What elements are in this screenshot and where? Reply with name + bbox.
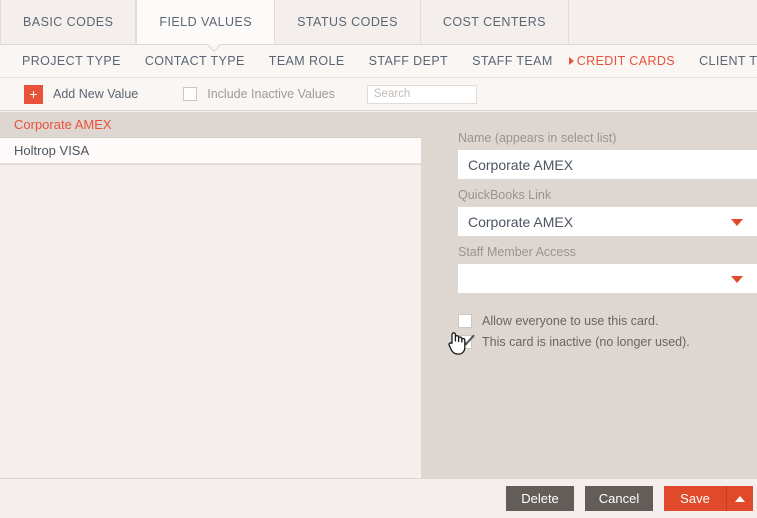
sub-tab-credit-cards[interactable]: CREDIT CARDS [568, 54, 676, 68]
tab-status-codes[interactable]: STATUS CODES [275, 0, 421, 44]
name-field-value: Corporate AMEX [468, 156, 574, 173]
allow-everyone-checkbox[interactable]: Allow everyone to use this card. [458, 311, 757, 330]
list-item[interactable]: Holtrop VISA [0, 138, 421, 164]
tab-label: FIELD VALUES [159, 15, 253, 29]
save-split-button: Save [664, 486, 753, 511]
plus-icon: + [24, 84, 43, 104]
tab-label: STATUS CODES [297, 15, 398, 29]
sub-tab-label: TEAM ROLE [268, 54, 345, 68]
card-options-group: Allow everyone to use this card. This ca… [422, 311, 757, 351]
footer-action-bar: Delete Cancel Save [0, 478, 757, 518]
save-button[interactable]: Save [664, 486, 726, 511]
list-item[interactable]: Corporate AMEX [0, 112, 421, 138]
tab-bar-filler [569, 0, 757, 44]
save-button-label: Save [680, 491, 710, 506]
sub-tab-label: CLIENT TYPE [699, 54, 757, 68]
include-inactive-checkbox[interactable]: Include Inactive Values [183, 87, 335, 101]
card-inactive-label: This card is inactive (no longer used). [482, 334, 690, 349]
value-list: Corporate AMEX Holtrop VISA [0, 112, 421, 165]
tab-cost-centers[interactable]: COST CENTERS [421, 0, 569, 44]
sub-tab-staff-dept[interactable]: STAFF DEPT [369, 54, 448, 68]
value-list-panel: Corporate AMEX Holtrop VISA [0, 112, 422, 478]
card-inactive-checkbox[interactable]: This card is inactive (no longer used). [458, 329, 757, 351]
delete-button-label: Delete [521, 491, 559, 506]
sub-tab-team-role[interactable]: TEAM ROLE [269, 54, 345, 68]
sub-tab-client-type[interactable]: CLIENT TYPE [699, 54, 757, 68]
sub-tab-staff-team[interactable]: STAFF TEAM [472, 54, 553, 68]
staff-member-access-dropdown[interactable] [458, 264, 757, 293]
quickbooks-link-value: Corporate AMEX [468, 213, 574, 230]
tab-basic-codes[interactable]: BASIC CODES [0, 0, 137, 44]
sub-tab-label: PROJECT TYPE [22, 54, 121, 68]
name-field-label: Name (appears in select list) [458, 131, 617, 145]
content-area: Corporate AMEX Holtrop VISA Name (appear… [0, 112, 757, 478]
staff-member-access-label: Staff Member Access [458, 245, 576, 259]
sub-tab-label: CREDIT CARDS [576, 54, 676, 68]
name-field[interactable]: Corporate AMEX [458, 150, 757, 179]
save-options-button[interactable] [726, 486, 753, 511]
caret-up-icon [735, 495, 745, 502]
sub-tab-label: STAFF TEAM [472, 54, 553, 68]
sub-tab-contact-type[interactable]: CONTACT TYPE [145, 54, 245, 68]
search-input[interactable] [366, 84, 477, 104]
tab-field-values[interactable]: FIELD VALUES [136, 0, 276, 44]
quickbooks-link-dropdown[interactable]: Corporate AMEX [458, 207, 757, 236]
main-tab-bar: BASIC CODES FIELD VALUES STATUS CODES CO… [0, 0, 757, 45]
add-new-value-label: Add New Value [53, 87, 139, 101]
sub-tab-label: STAFF DEPT [368, 54, 449, 68]
chevron-down-icon [731, 275, 743, 283]
detail-form-panel: Name (appears in select list) Corporate … [422, 112, 757, 478]
tab-label: COST CENTERS [442, 15, 546, 29]
tab-label: BASIC CODES [23, 15, 114, 29]
checkbox-box [183, 87, 198, 101]
allow-everyone-label: Allow everyone to use this card. [482, 313, 659, 328]
include-inactive-label: Include Inactive Values [207, 87, 335, 101]
active-tab-notch-icon [205, 44, 223, 53]
sub-nav-bar: PROJECT TYPE CONTACT TYPE TEAM ROLE STAF… [0, 45, 757, 78]
add-new-value-button[interactable]: + Add New Value [24, 84, 139, 104]
checkbox-box [458, 313, 472, 328]
active-marker-icon [568, 57, 574, 65]
checkmark-icon [460, 329, 475, 346]
list-item-label: Holtrop VISA [14, 143, 90, 158]
quickbooks-link-label: QuickBooks Link [458, 188, 552, 202]
delete-button[interactable]: Delete [506, 486, 574, 511]
cancel-button[interactable]: Cancel [585, 486, 653, 511]
cancel-button-label: Cancel [598, 491, 640, 506]
checkbox-box [458, 329, 475, 349]
list-toolbar: + Add New Value Include Inactive Values [0, 78, 757, 111]
chevron-down-icon [731, 218, 743, 226]
sub-tab-project-type[interactable]: PROJECT TYPE [22, 54, 121, 68]
sub-tab-label: CONTACT TYPE [144, 54, 245, 68]
list-item-label: Corporate AMEX [14, 117, 112, 132]
